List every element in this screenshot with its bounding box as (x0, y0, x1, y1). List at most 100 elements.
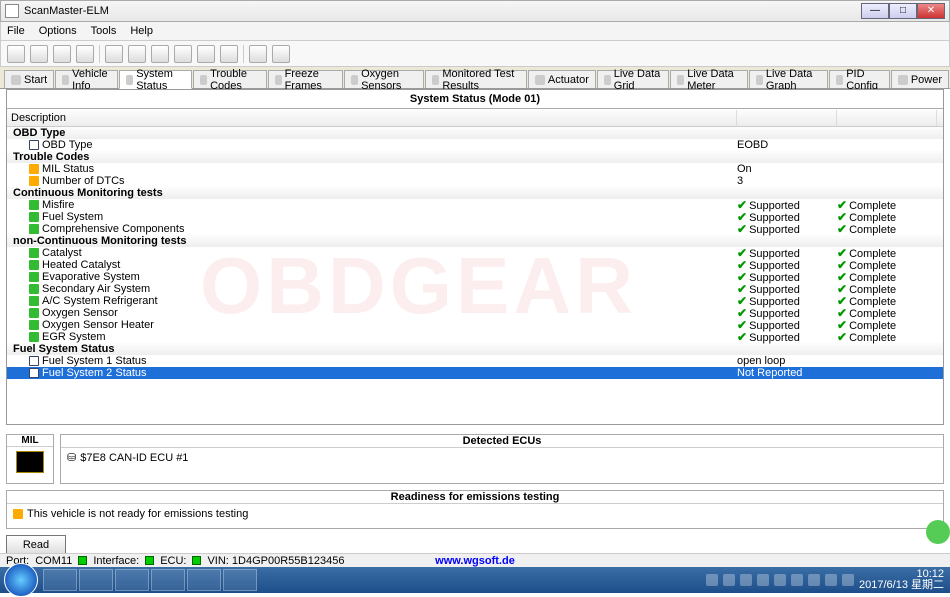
close-button[interactable]: ✕ (917, 3, 945, 19)
col-description: Description (7, 110, 737, 126)
meter-icon (677, 75, 684, 85)
section-obd-type: OBD Type (7, 127, 943, 139)
tray-icon[interactable] (808, 574, 820, 586)
status-icon (126, 75, 133, 85)
start-button[interactable] (4, 563, 38, 597)
system-status-panel: System Status (Mode 01) Description OBD … (6, 89, 944, 425)
ok-icon (29, 212, 39, 222)
taskbar-item-2[interactable] (79, 569, 113, 591)
led-port (78, 556, 87, 565)
toolbar-btn-1[interactable] (7, 45, 25, 63)
maximize-button[interactable]: □ (889, 3, 917, 19)
menu-help[interactable]: Help (130, 25, 153, 37)
row-egr-system[interactable]: EGR System ✔Supported ✔Complete (7, 331, 943, 343)
tray-icon[interactable] (723, 574, 735, 586)
toolbar-btn-6[interactable] (128, 45, 146, 63)
menu-options[interactable]: Options (39, 25, 77, 37)
read-button[interactable]: Read (6, 535, 66, 555)
emissions-title: Readiness for emissions testing (7, 491, 943, 504)
tab-power[interactable]: Power (891, 70, 949, 88)
led-ecu (192, 556, 201, 565)
row-comprehensive-components[interactable]: Comprehensive Components ✔Supported ✔Com… (7, 223, 943, 235)
home-icon (11, 75, 21, 85)
ok-icon (29, 224, 39, 234)
panel-title: System Status (Mode 01) (7, 90, 943, 109)
tray-icon[interactable] (740, 574, 752, 586)
status-port-value: COM11 (35, 555, 72, 567)
status-vin: VIN: 1D4GP00R55B123456 (207, 555, 344, 567)
status-ecu-label: ECU: (160, 555, 186, 567)
tab-live-data-meter[interactable]: Live Data Meter (670, 70, 748, 88)
warn-icon (200, 75, 207, 85)
menu-tools[interactable]: Tools (91, 25, 117, 37)
row-obd-type[interactable]: OBD Type EOBD (7, 139, 943, 151)
tab-pid-config[interactable]: PID Config (829, 70, 889, 88)
tab-vehicle-info[interactable]: Vehicle Info (55, 70, 118, 88)
warn-icon (29, 164, 39, 174)
row-mil-status[interactable]: MIL Status On (7, 163, 943, 175)
menu-file[interactable]: File (7, 25, 25, 37)
toolbar-btn-12[interactable] (272, 45, 290, 63)
row-num-dtcs[interactable]: Number of DTCs 3 (7, 175, 943, 187)
tab-actuator[interactable]: Actuator (528, 70, 596, 88)
tray-icon[interactable] (791, 574, 803, 586)
grid-icon (604, 75, 611, 85)
ecu-row[interactable]: ⛁ $7E8 CAN-ID ECU #1 (61, 448, 943, 467)
led-interface (145, 556, 154, 565)
toolbar-btn-11[interactable] (249, 45, 267, 63)
tray-icon[interactable] (757, 574, 769, 586)
wgsoft-link[interactable]: www.wgsoft.de (435, 555, 515, 567)
toolbar-btn-3[interactable] (53, 45, 71, 63)
freeze-icon (275, 75, 282, 85)
tray-icon[interactable] (706, 574, 718, 586)
power-icon (898, 75, 908, 85)
system-clock[interactable]: 10:122017/6/13 星期二 (859, 569, 944, 591)
tab-live-data-graph[interactable]: Live Data Graph (749, 70, 828, 88)
o2-icon (351, 75, 358, 85)
info-icon (62, 75, 69, 85)
taskbar-item-4[interactable] (151, 569, 185, 591)
tab-oxygen-sensors[interactable]: Oxygen Sensors (344, 70, 424, 88)
tab-live-data-grid[interactable]: Live Data Grid (597, 70, 669, 88)
tray-icon[interactable] (842, 574, 854, 586)
tray-icon[interactable] (825, 574, 837, 586)
status-grid: Description OBD Type OBD Type EOBD Troub… (7, 110, 943, 424)
tab-trouble-codes[interactable]: Trouble Codes (193, 70, 266, 88)
warn-icon (13, 509, 23, 519)
taskbar-item-1[interactable] (43, 569, 77, 591)
mil-indicator (16, 451, 44, 473)
pid-icon (836, 75, 843, 85)
toolbar-btn-7[interactable] (151, 45, 169, 63)
test-icon (432, 75, 439, 85)
tab-start[interactable]: Start (4, 70, 54, 88)
section-trouble-codes: Trouble Codes (7, 151, 943, 163)
toolbar-btn-10[interactable] (220, 45, 238, 63)
tab-monitored-test[interactable]: Monitored Test Results (425, 70, 527, 88)
toolbar-btn-9[interactable] (197, 45, 215, 63)
statusbar: Port: COM11 Interface: ECU: VIN: 1D4GP00… (0, 553, 950, 567)
menubar: File Options Tools Help (0, 22, 950, 41)
info-icon (29, 140, 39, 150)
taskbar-item-6[interactable] (223, 569, 257, 591)
toolbar-btn-5[interactable] (105, 45, 123, 63)
tab-system-status[interactable]: System Status (119, 70, 192, 89)
taskbar-item-5[interactable] (187, 569, 221, 591)
grid-header: Description (7, 110, 943, 127)
window-title: ScanMaster-ELM (24, 5, 861, 17)
emissions-message: This vehicle is not ready for emissions … (27, 508, 248, 520)
ecus-title: Detected ECUs (61, 435, 943, 448)
taskbar: 10:122017/6/13 星期二 (0, 567, 950, 593)
app-icon (5, 4, 19, 18)
minimize-button[interactable]: — (861, 3, 889, 19)
tab-freeze-frames[interactable]: Freeze Frames (268, 70, 343, 88)
detected-ecus-box: Detected ECUs ⛁ $7E8 CAN-ID ECU #1 (60, 434, 944, 484)
tray-icon[interactable] (774, 574, 786, 586)
taskbar-item-3[interactable] (115, 569, 149, 591)
toolbar-btn-8[interactable] (174, 45, 192, 63)
titlebar: ScanMaster-ELM — □ ✕ (0, 0, 950, 22)
toolbar-btn-2[interactable] (30, 45, 48, 63)
toolbar-btn-4[interactable] (76, 45, 94, 63)
row-fuel-system-2[interactable]: Fuel System 2 Status Not Reported (7, 367, 943, 379)
row-fuel-system-1[interactable]: Fuel System 1 Status open loop (7, 355, 943, 367)
scroll-indicator (926, 520, 950, 544)
